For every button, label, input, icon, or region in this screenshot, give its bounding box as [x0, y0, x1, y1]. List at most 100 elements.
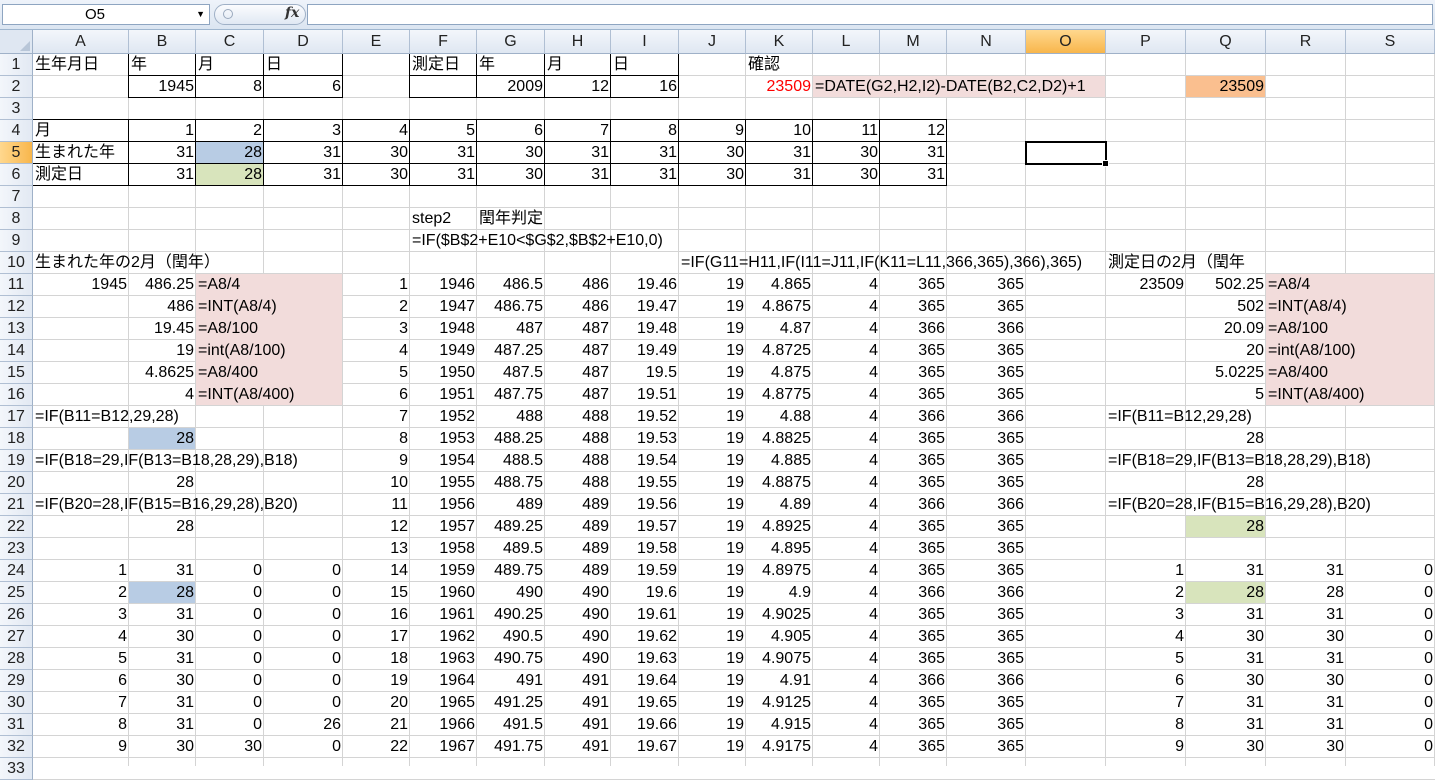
cell-A31[interactable]: 8	[33, 714, 129, 736]
cell-F11[interactable]: 1946	[410, 274, 477, 296]
cell-J24[interactable]: 19	[679, 560, 746, 582]
cell-B5[interactable]: 31	[129, 142, 196, 164]
cell-R30[interactable]: 31	[1266, 692, 1346, 714]
cell-I21[interactable]: 19.56	[611, 494, 679, 516]
row-header-15[interactable]: 15	[0, 362, 33, 384]
cell-Q24[interactable]: 31	[1186, 560, 1266, 582]
cell-J10[interactable]: =IF(G11=H11,IF(I11=J11,IF(K11=L11,366,36…	[679, 252, 1084, 274]
cell-M11[interactable]: 365	[880, 274, 947, 296]
cell-I22[interactable]: 19.57	[611, 516, 679, 538]
cell-I19[interactable]: 19.54	[611, 450, 679, 472]
cell-J4[interactable]: 9	[679, 120, 746, 142]
cell-I13[interactable]: 19.48	[611, 318, 679, 340]
cell-N18[interactable]: 365	[947, 428, 1026, 450]
cell-H22[interactable]: 489	[545, 516, 611, 538]
cell-M23[interactable]: 365	[880, 538, 947, 560]
cell-F12[interactable]: 1947	[410, 296, 477, 318]
cell-C14[interactable]: =int(A8/100)	[196, 340, 288, 362]
row-header-3[interactable]: 3	[0, 98, 33, 120]
cell-L15[interactable]: 4	[813, 362, 880, 384]
cell-D32[interactable]: 0	[264, 736, 343, 758]
cell-S32[interactable]: 0	[1346, 736, 1435, 758]
row-header-31[interactable]: 31	[0, 714, 33, 736]
cell-K6[interactable]: 31	[746, 164, 813, 186]
cell-H1[interactable]: 月	[545, 54, 565, 76]
cell-M32[interactable]: 365	[880, 736, 947, 758]
cell-K14[interactable]: 4.8725	[746, 340, 813, 362]
cell-R14[interactable]: =int(A8/100)	[1266, 340, 1358, 362]
cell-K20[interactable]: 4.8875	[746, 472, 813, 494]
cell-J23[interactable]: 19	[679, 538, 746, 560]
cell-E14[interactable]: 4	[343, 340, 410, 362]
cell-L18[interactable]: 4	[813, 428, 880, 450]
cell-N15[interactable]: 365	[947, 362, 1026, 384]
cell-E13[interactable]: 3	[343, 318, 410, 340]
cell-A5[interactable]: 生まれた年	[33, 142, 117, 164]
cell-P30[interactable]: 7	[1106, 692, 1186, 714]
cell-C15[interactable]: =A8/400	[196, 362, 260, 384]
cell-S30[interactable]: 0	[1346, 692, 1435, 714]
cell-M26[interactable]: 365	[880, 604, 947, 626]
cell-D4[interactable]: 3	[264, 120, 343, 142]
cell-I2[interactable]: 16	[611, 76, 679, 98]
cell-A26[interactable]: 3	[33, 604, 129, 626]
cell-Q25[interactable]: 28	[1186, 582, 1266, 604]
cell-G25[interactable]: 490	[477, 582, 545, 604]
cell-C31[interactable]: 0	[196, 714, 264, 736]
cell-I30[interactable]: 19.65	[611, 692, 679, 714]
cell-C12[interactable]: =INT(A8/4)	[196, 296, 279, 318]
cell-H29[interactable]: 491	[545, 670, 611, 692]
cell-N25[interactable]: 366	[947, 582, 1026, 604]
cell-M27[interactable]: 365	[880, 626, 947, 648]
row-header-21[interactable]: 21	[0, 494, 33, 516]
row-header-4[interactable]: 4	[0, 120, 33, 142]
cell-H2[interactable]: 12	[545, 76, 611, 98]
cell-K22[interactable]: 4.8925	[746, 516, 813, 538]
cell-Q30[interactable]: 31	[1186, 692, 1266, 714]
cell-L29[interactable]: 4	[813, 670, 880, 692]
cell-I29[interactable]: 19.64	[611, 670, 679, 692]
cell-N27[interactable]: 365	[947, 626, 1026, 648]
cell-M29[interactable]: 366	[880, 670, 947, 692]
cell-L22[interactable]: 4	[813, 516, 880, 538]
column-header-E[interactable]: E	[343, 30, 410, 54]
cell-K23[interactable]: 4.895	[746, 538, 813, 560]
cell-I25[interactable]: 19.6	[611, 582, 679, 604]
cell-B6[interactable]: 31	[129, 164, 196, 186]
cell-K21[interactable]: 4.89	[746, 494, 813, 516]
column-header-J[interactable]: J	[679, 30, 746, 54]
cell-F30[interactable]: 1965	[410, 692, 477, 714]
column-header-M[interactable]: M	[880, 30, 947, 54]
row-header-5[interactable]: 5	[0, 142, 33, 164]
cell-N31[interactable]: 365	[947, 714, 1026, 736]
cell-C24[interactable]: 0	[196, 560, 264, 582]
cell-F15[interactable]: 1950	[410, 362, 477, 384]
cell-E5[interactable]: 30	[343, 142, 410, 164]
cell-K1[interactable]: 確認	[746, 54, 782, 76]
cell-M30[interactable]: 365	[880, 692, 947, 714]
column-header-G[interactable]: G	[477, 30, 545, 54]
cell-C2[interactable]: 8	[196, 76, 264, 98]
column-header-O[interactable]: O	[1026, 30, 1106, 54]
cell-L27[interactable]: 4	[813, 626, 880, 648]
cell-H4[interactable]: 7	[545, 120, 611, 142]
cell-L12[interactable]: 4	[813, 296, 880, 318]
cell-G26[interactable]: 490.25	[477, 604, 545, 626]
cell-E11[interactable]: 1	[343, 274, 410, 296]
cell-K2[interactable]: 23509	[746, 76, 813, 98]
cell-B4[interactable]: 1	[129, 120, 196, 142]
cell-E30[interactable]: 20	[343, 692, 410, 714]
cell-A11[interactable]: 1945	[33, 274, 129, 296]
cell-G11[interactable]: 486.5	[477, 274, 545, 296]
cell-Q28[interactable]: 31	[1186, 648, 1266, 670]
cell-G27[interactable]: 490.5	[477, 626, 545, 648]
cell-N21[interactable]: 366	[947, 494, 1026, 516]
cell-M28[interactable]: 365	[880, 648, 947, 670]
cell-F9[interactable]: =IF($B$2+E10<$G$2,$B$2+E10,0)	[410, 230, 665, 252]
cell-P10[interactable]: 測定日の2月（閏年	[1106, 252, 1247, 274]
cell-D5[interactable]: 31	[264, 142, 343, 164]
cell-Q32[interactable]: 30	[1186, 736, 1266, 758]
cell-P32[interactable]: 9	[1106, 736, 1186, 758]
cell-E6[interactable]: 30	[343, 164, 410, 186]
cell-F22[interactable]: 1957	[410, 516, 477, 538]
